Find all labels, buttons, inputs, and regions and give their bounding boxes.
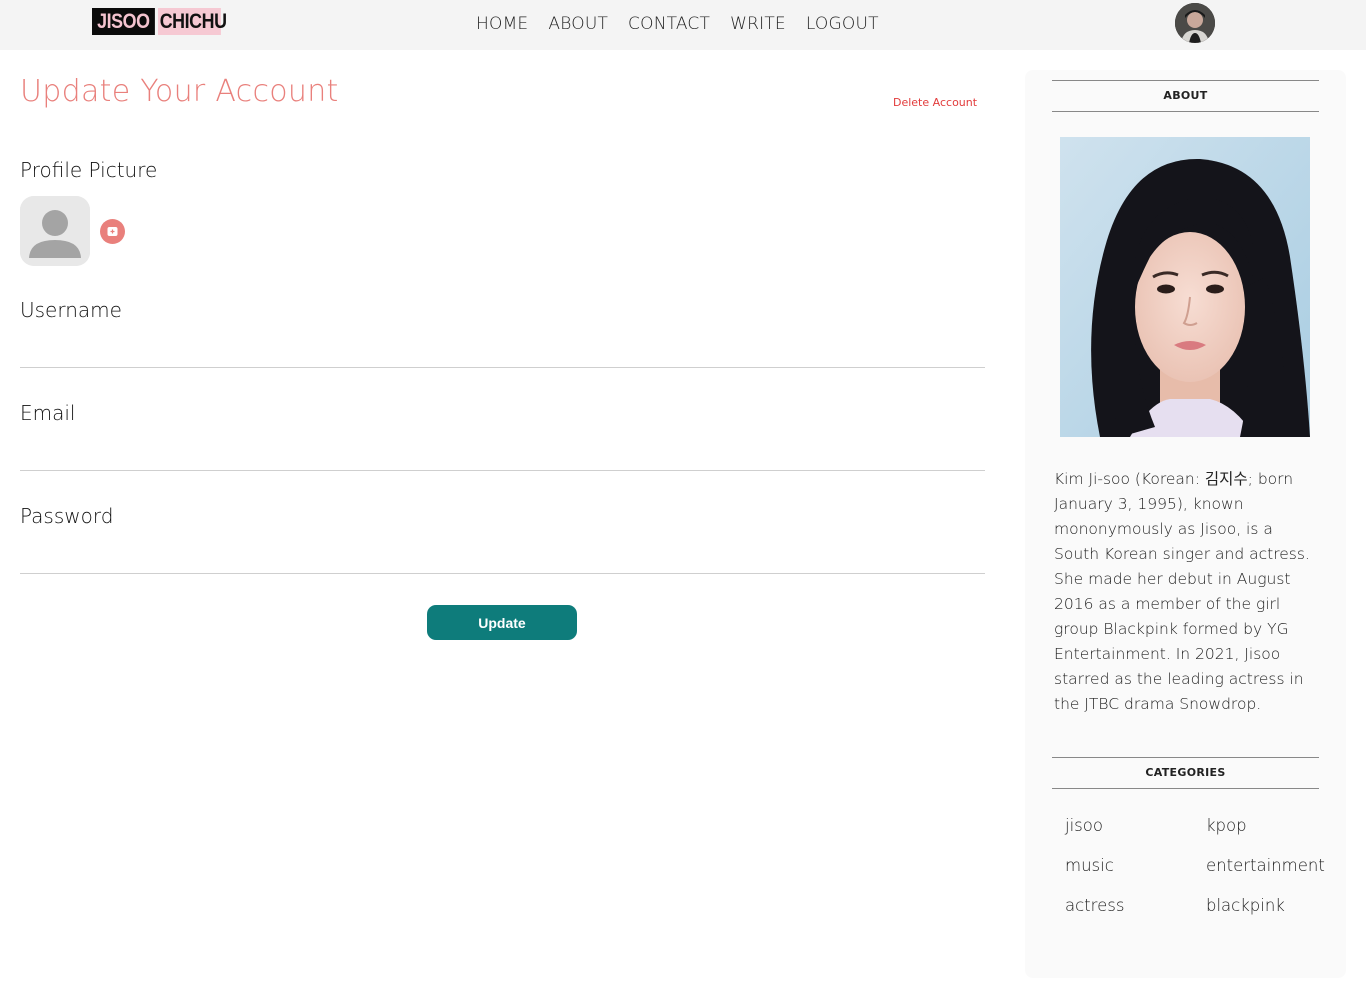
delete-account-link[interactable]: Delete Account: [893, 96, 977, 109]
add-photo-icon: [107, 227, 118, 236]
nav-about[interactable]: ABOUT: [548, 14, 608, 34]
category-kpop[interactable]: kpop: [1206, 815, 1346, 837]
user-placeholder-icon: [20, 196, 90, 266]
profile-picture-label: Profile Picture: [20, 158, 158, 182]
category-blackpink[interactable]: blackpink: [1206, 895, 1346, 917]
main-nav: HOME ABOUT CONTACT WRITE LOGOUT: [476, 14, 899, 34]
category-entertainment[interactable]: entertainment: [1206, 855, 1346, 877]
profile-picture[interactable]: [20, 196, 90, 266]
password-label: Password: [20, 504, 114, 528]
category-actress[interactable]: actress: [1065, 895, 1206, 917]
page-title: Update Your Account: [20, 74, 339, 109]
nav-home[interactable]: HOME: [476, 14, 528, 34]
top-navbar: JISOO CHICHU HOME ABOUT CONTACT WRITE LO…: [0, 0, 1366, 50]
portrait-drawing: [1060, 137, 1310, 437]
about-text: Kim Ji-soo (Korean: 김지수; born January 3,…: [1054, 470, 1310, 713]
about-heading: ABOUT: [1052, 80, 1319, 112]
add-photo-button[interactable]: [100, 219, 125, 244]
categories-list: jisoo kpop music entertainment actress b…: [1065, 815, 1355, 917]
category-jisoo[interactable]: jisoo: [1065, 815, 1206, 837]
email-label: Email: [20, 401, 76, 425]
nav-logout[interactable]: LOGOUT: [806, 14, 879, 34]
user-avatar[interactable]: [1175, 3, 1215, 43]
logo-part-2: CHICHU: [158, 8, 227, 35]
nav-contact[interactable]: CONTACT: [628, 14, 710, 34]
avatar-photo: [1175, 3, 1215, 43]
email-field[interactable]: [20, 441, 985, 471]
update-button[interactable]: Update: [427, 605, 577, 640]
username-field[interactable]: [20, 338, 985, 368]
category-music[interactable]: music: [1065, 855, 1206, 877]
site-logo[interactable]: JISOO CHICHU: [92, 8, 232, 35]
username-label: Username: [20, 298, 122, 322]
categories-heading: CATEGORIES: [1052, 757, 1319, 789]
about-portrait-image: [1060, 137, 1310, 437]
nav-write[interactable]: WRITE: [730, 14, 786, 34]
password-field[interactable]: [20, 544, 985, 574]
sidebar: ABOUT Kim Ji-soo (Korean: 김지수; born Janu…: [1025, 70, 1346, 978]
logo-part-1: JISOO: [92, 8, 155, 35]
